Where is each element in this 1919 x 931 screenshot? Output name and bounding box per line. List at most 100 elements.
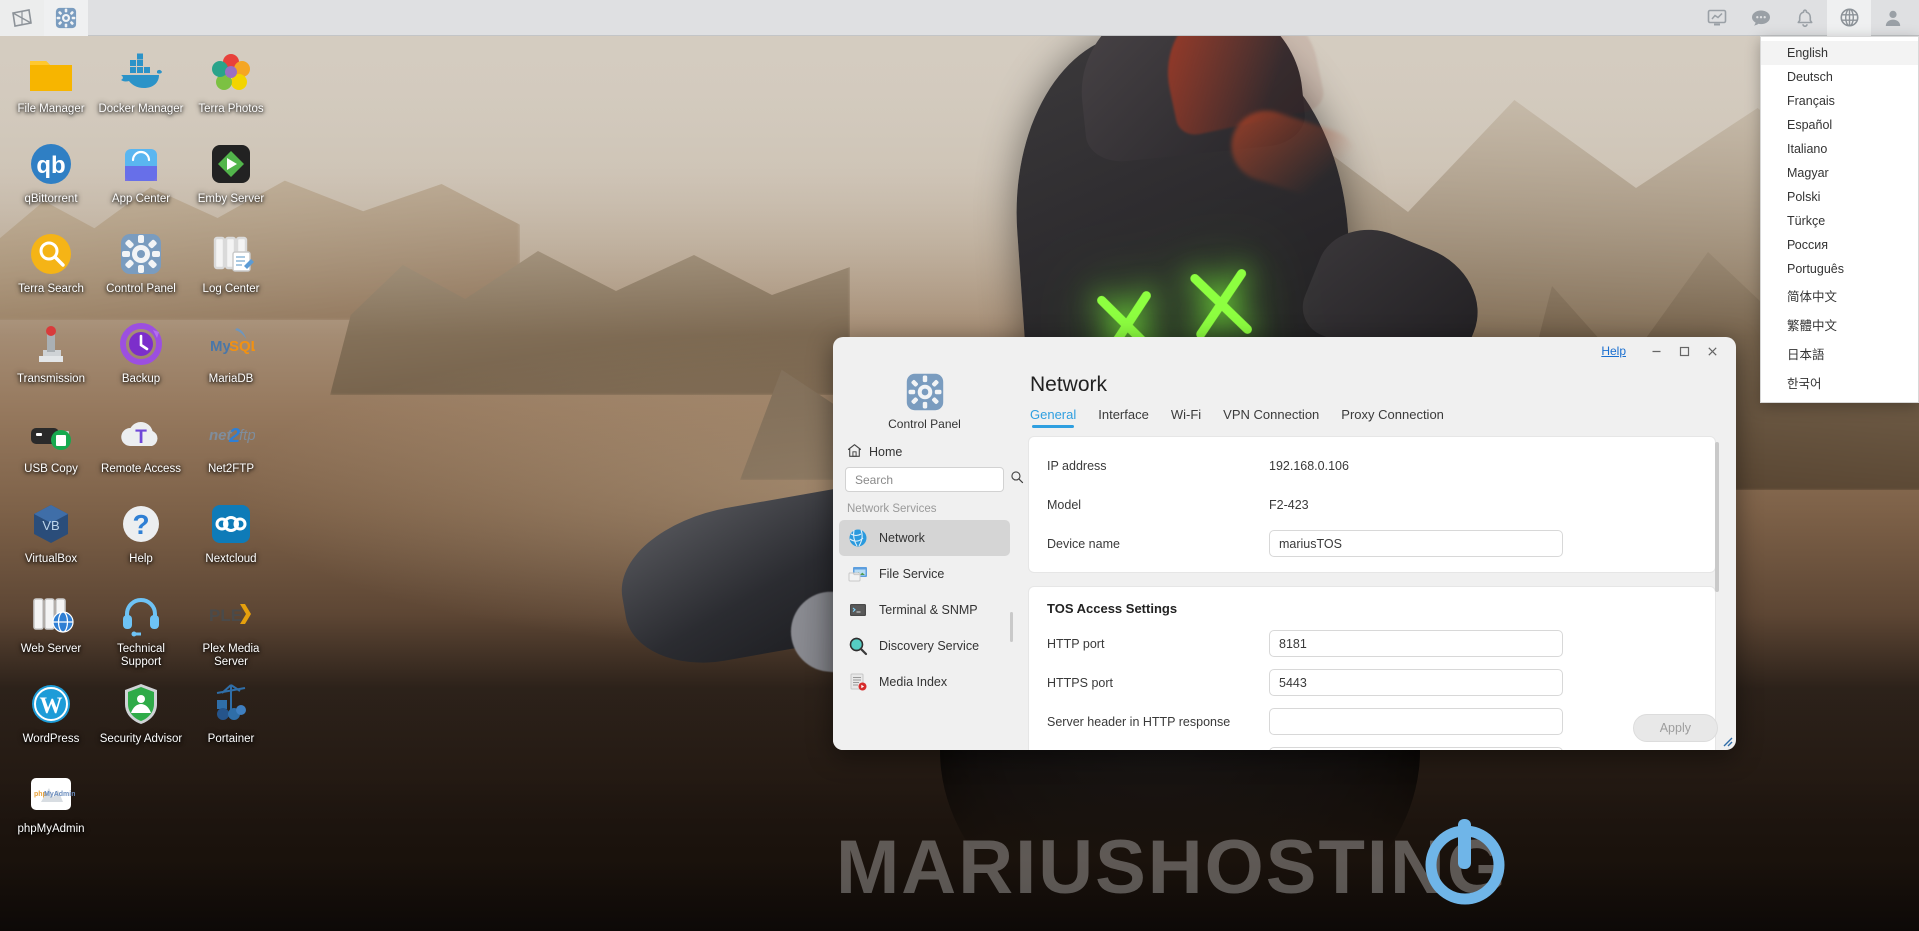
desktop-icon-label: Emby Server	[197, 193, 265, 205]
sidebar-search-wrap	[833, 467, 1024, 492]
desktop-icon-label: Terra Search	[18, 283, 84, 295]
device-info-card: IP address 192.168.0.106 Model F2-423 De…	[1028, 436, 1716, 573]
control-panel-taskbar-icon[interactable]	[44, 0, 88, 36]
desktop-icon-mariadb[interactable]: MySQL MariaDB	[186, 320, 276, 386]
desktop-icon-remote-access[interactable]: T Remote Access	[96, 410, 186, 476]
sidebar-item-file-service[interactable]: File Service	[839, 556, 1010, 592]
virtualbox-icon: VB	[27, 500, 75, 548]
max-connections-input[interactable]	[1269, 747, 1563, 750]
sidebar-item-terminal-snmp[interactable]: Terminal & SNMP	[839, 592, 1010, 628]
sidebar-item-network[interactable]: Network	[839, 520, 1010, 556]
tab-general[interactable]: General	[1030, 403, 1076, 428]
language-option-繁體中文[interactable]: 繁體中文	[1761, 310, 1918, 339]
terramaster-logo-icon[interactable]	[0, 0, 44, 36]
tab-proxy-connection[interactable]: Proxy Connection	[1341, 403, 1444, 428]
desktop-icon-plex-media-server[interactable]: PLE Plex Media Server	[186, 590, 276, 669]
window-footer: Apply	[1632, 714, 1718, 742]
desktop-icon-qbittorrent[interactable]: qb qBittorrent	[6, 140, 96, 206]
sidebar-home-item[interactable]: Home	[833, 439, 1016, 467]
sidebar-nav: Network File Service Terminal & SNMP Discov…	[833, 520, 1016, 750]
apply-button[interactable]: Apply	[1632, 714, 1718, 742]
desktop-icon-file-manager[interactable]: File Manager	[6, 50, 96, 116]
photos-flower-icon	[207, 50, 255, 98]
desktop-icon-security-advisor[interactable]: Security Advisor	[96, 680, 186, 746]
device-name-input[interactable]	[1269, 530, 1563, 557]
desktop-icon-portainer[interactable]: Portainer	[186, 680, 276, 746]
desktop-icon-transmission[interactable]: Transmission	[6, 320, 96, 386]
close-button[interactable]	[1698, 339, 1726, 363]
desktop-icon-usb-copy[interactable]: USB Copy	[6, 410, 96, 476]
desktop-icon-label: Help	[129, 553, 153, 565]
language-globe-icon[interactable]	[1827, 0, 1871, 36]
sidebar-item-media-index[interactable]: Media Index	[839, 664, 1010, 700]
net2ftp-icon: net 2 ftp	[207, 410, 256, 458]
resource-monitor-icon[interactable]	[1695, 0, 1739, 36]
desktop-icon-docker-manager[interactable]: Docker Manager	[96, 50, 186, 116]
main-scrollbar[interactable]	[1715, 442, 1719, 592]
tab-vpn-connection[interactable]: VPN Connection	[1223, 403, 1319, 428]
desktop-icon-nextcloud[interactable]: Nextcloud	[186, 500, 276, 566]
http-port-input[interactable]	[1269, 630, 1563, 657]
minimize-button[interactable]	[1642, 339, 1670, 363]
language-option-Türkçe[interactable]: Türkçe	[1761, 209, 1918, 233]
server-header-input[interactable]	[1269, 708, 1563, 735]
desktop-icon-net2ftp[interactable]: net 2 ftp Net2FTP	[186, 410, 276, 476]
language-option-Magyar[interactable]: Magyar	[1761, 161, 1918, 185]
search-box[interactable]	[845, 467, 1024, 492]
control-panel-window[interactable]: Help Control Panel Home Search Network S…	[833, 337, 1736, 750]
file-service-icon	[848, 564, 868, 584]
sidebar-item-label: Network	[879, 531, 925, 545]
desktop-icon-technical-support[interactable]: Technical Support	[96, 590, 186, 669]
desktop-icon-log-center[interactable]: Log Center	[186, 230, 276, 296]
desktop-icon-wordpress[interactable]: W WordPress	[6, 680, 96, 746]
language-option-日本語[interactable]: 日本語	[1761, 339, 1918, 368]
notification-bell-icon[interactable]	[1783, 0, 1827, 36]
language-option-Polski[interactable]: Polski	[1761, 185, 1918, 209]
desktop-icon-app-center[interactable]: App Center	[96, 140, 186, 206]
language-option-Italiano[interactable]: Italiano	[1761, 137, 1918, 161]
desktop-icon-web-server[interactable]: Web Server	[6, 590, 96, 656]
chat-icon[interactable]	[1739, 0, 1783, 36]
desktop-icon-help[interactable]: ? Help	[96, 500, 186, 566]
desktop-icon-terra-search[interactable]: Terra Search	[6, 230, 96, 296]
desktop-icon-label: File Manager	[17, 103, 85, 115]
language-option-Россия[interactable]: Россия	[1761, 233, 1918, 257]
language-option-English[interactable]: English	[1761, 41, 1918, 65]
svg-text:VB: VB	[42, 518, 59, 533]
language-option-Deutsch[interactable]: Deutsch	[1761, 65, 1918, 89]
maximize-button[interactable]	[1670, 339, 1698, 363]
language-option-Português[interactable]: Português	[1761, 257, 1918, 281]
taskbar	[0, 0, 1919, 36]
help-link[interactable]: Help	[1601, 344, 1626, 358]
folder-icon	[27, 50, 75, 98]
desktop-icon-label: Remote Access	[101, 463, 181, 475]
tab-interface[interactable]: Interface	[1098, 403, 1149, 428]
sidebar-item-discovery-service[interactable]: Discovery Service	[839, 628, 1010, 664]
desktop-icon-phpmyadmin[interactable]: php MyAdmin phpMyAdmin	[6, 770, 96, 836]
desktop-icon-terra-photos[interactable]: Terra Photos	[186, 50, 276, 116]
desktop-icon-backup[interactable]: Backup	[96, 320, 186, 386]
language-option-한국어[interactable]: 한국어	[1761, 368, 1918, 397]
control-panel-sidebar: Control Panel Home Search Network Servic…	[833, 365, 1024, 750]
window-resize-grip[interactable]	[1719, 733, 1733, 747]
language-option-Español[interactable]: Español	[1761, 113, 1918, 137]
log-center-icon	[207, 230, 255, 278]
taskbar-left-group	[0, 0, 88, 36]
desktop-icon-virtualbox[interactable]: VB VirtualBox	[6, 500, 96, 566]
user-account-icon[interactable]	[1871, 0, 1915, 36]
window-titlebar[interactable]: Help	[833, 337, 1736, 365]
desktop-icon-emby-server[interactable]: Emby Server	[186, 140, 276, 206]
svg-text:qb: qb	[36, 152, 65, 179]
sidebar-scrollbar[interactable]	[1010, 612, 1013, 642]
tab-wi-fi[interactable]: Wi-Fi	[1171, 403, 1201, 428]
https-port-row: HTTPS port	[1047, 668, 1697, 697]
language-dropdown-menu[interactable]: English Deutsch Français Español Italiano Mag…	[1760, 36, 1919, 403]
svg-text:T: T	[135, 427, 147, 448]
desktop-icon-label: WordPress	[22, 733, 80, 745]
nextcloud-icon	[207, 500, 255, 548]
language-option-Français[interactable]: Français	[1761, 89, 1918, 113]
desktop-icon-control-panel[interactable]: Control Panel	[96, 230, 186, 296]
https-port-input[interactable]	[1269, 669, 1563, 696]
search-input[interactable]	[855, 472, 1010, 487]
language-option-简体中文[interactable]: 简体中文	[1761, 281, 1918, 310]
